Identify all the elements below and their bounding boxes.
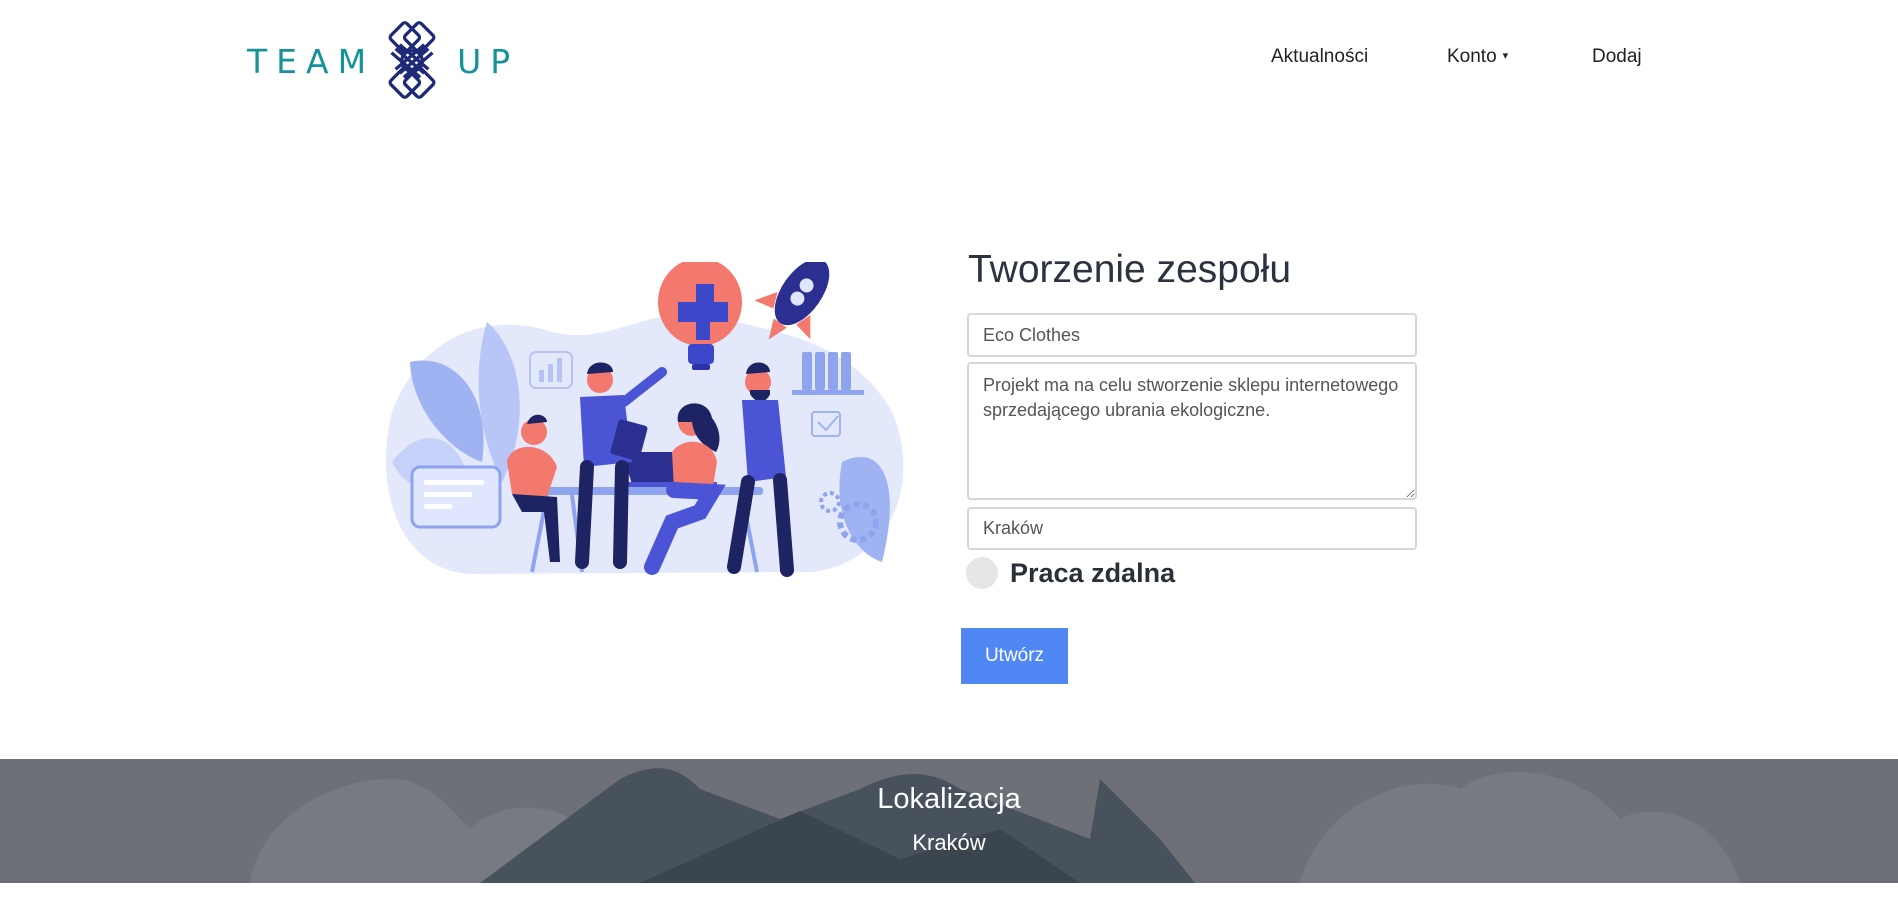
remote-work-label: Praca zdalna — [1010, 557, 1176, 588]
main-nav: Aktualności Konto ▾ Dodaj — [0, 46, 1898, 74]
nav-news-link[interactable]: Aktualności — [1271, 46, 1368, 68]
remote-work-toggle[interactable] — [966, 557, 998, 589]
teamwork-illustration — [385, 262, 904, 577]
location-city: Kraków — [912, 830, 986, 855]
city-input[interactable] — [967, 507, 1417, 550]
location-banner: Lokalizacja Kraków — [0, 759, 1898, 883]
chevron-down-icon: ▾ — [1502, 50, 1509, 62]
nav-account-dropdown[interactable]: Konto ▾ — [1447, 46, 1508, 68]
remote-work-toggle-row: Praca zdalna — [966, 556, 1175, 590]
team-name-input[interactable] — [967, 313, 1417, 357]
mountain-background — [250, 768, 1740, 883]
team-description-textarea[interactable]: Projekt ma na celu stworzenie sklepu int… — [967, 362, 1417, 500]
create-team-button[interactable]: Utwórz — [961, 628, 1068, 684]
location-title: Lokalizacja — [877, 783, 1021, 815]
header: TEAM UP Aktualności Konto ▾ Dodaj — [0, 0, 1898, 120]
nav-account-label: Konto — [1447, 46, 1497, 67]
page-title: Tworzenie zespołu — [968, 248, 1292, 291]
nav-add-link[interactable]: Dodaj — [1592, 46, 1642, 68]
